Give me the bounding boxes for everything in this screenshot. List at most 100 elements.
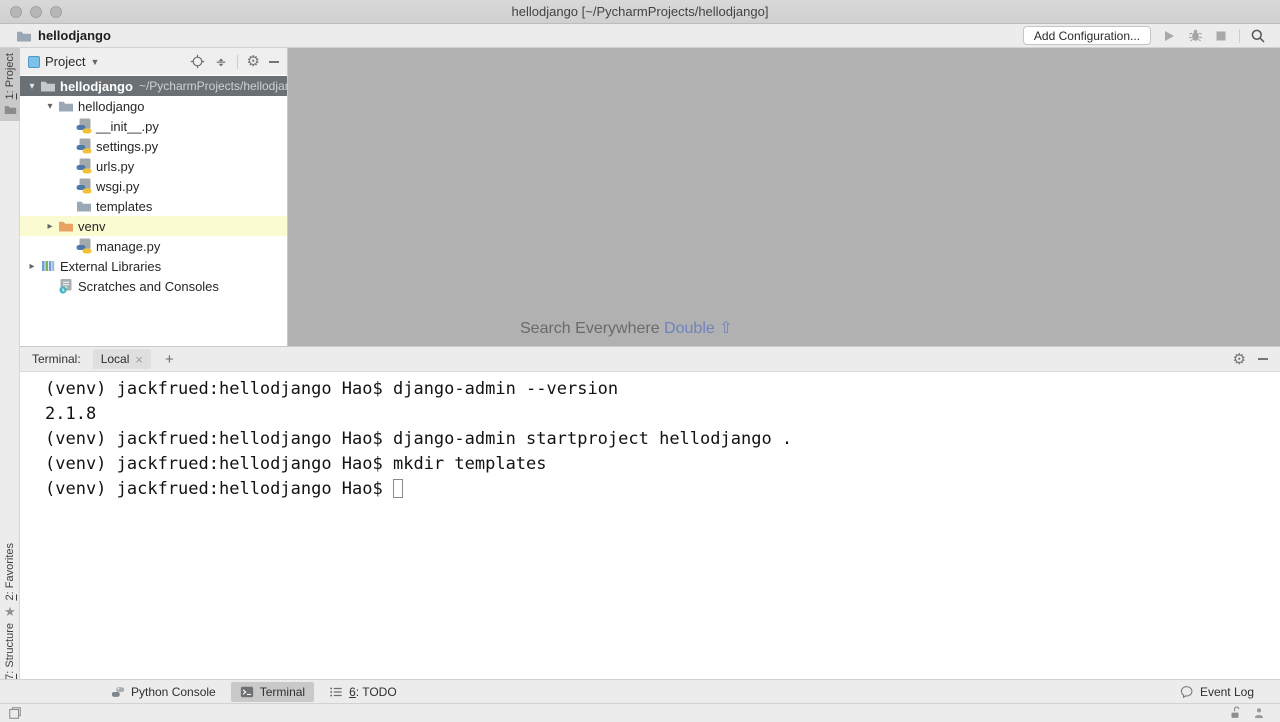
scratches-icon — [58, 278, 74, 294]
tree-item-external-libraries[interactable]: ▸ External Libraries — [20, 256, 287, 276]
tree-item-label: venv — [78, 219, 105, 234]
tree-item-init-py[interactable]: __init__.py — [20, 116, 287, 136]
toolbar-actions: Add Configuration... — [1023, 26, 1280, 45]
event-log-button[interactable]: Event Log — [1200, 685, 1254, 699]
tree-item-manage-py[interactable]: manage.py — [20, 236, 287, 256]
tree-item-wsgi-py[interactable]: wsgi.py — [20, 176, 287, 196]
gear-icon[interactable]: ⚙ — [247, 54, 260, 69]
tree-item-label: urls.py — [96, 159, 134, 174]
tool-window-button-terminal[interactable]: Terminal — [231, 682, 314, 702]
tree-item-label: __init__.py — [96, 119, 159, 134]
collapse-all-icon[interactable] — [214, 55, 228, 69]
chevron-down-icon[interactable]: ▼ — [90, 57, 99, 67]
terminal-label: Terminal: — [32, 352, 81, 366]
search-icon[interactable] — [1250, 28, 1266, 44]
gear-icon[interactable]: ⚙ — [1233, 352, 1246, 367]
shortcut-label: Double ⇧ — [664, 320, 733, 337]
pycharm-window: hellodjango [~/PycharmProjects/hellodjan… — [0, 0, 1280, 722]
python-icon — [76, 158, 92, 174]
tree-item-label: templates — [96, 199, 152, 214]
project-tab-mnemonic: 1 — [4, 93, 16, 99]
tree-item-label: Scratches and Consoles — [78, 279, 219, 294]
todo-list-icon — [329, 685, 343, 699]
tool-window-button-todo[interactable]: 6: TODO — [320, 682, 406, 702]
toolbar-divider — [1239, 29, 1240, 43]
chevron-right-icon[interactable]: ▸ — [42, 221, 58, 232]
chevron-right-icon[interactable]: ▸ — [24, 261, 40, 272]
hector-inspections-icon[interactable] — [1252, 706, 1266, 720]
tree-item-urls-py[interactable]: urls.py — [20, 156, 287, 176]
terminal-line: (venv) jackfrued:hellodjango Hao$ django… — [45, 427, 1280, 452]
python-console-icon — [111, 685, 125, 699]
tree-item-hellodjango-pkg[interactable]: ▾ hellodjango — [20, 96, 287, 116]
run-icon[interactable] — [1161, 28, 1177, 44]
tree-item-label: settings.py — [96, 139, 158, 154]
project-tab-label: : Project — [4, 53, 16, 93]
new-session-icon[interactable]: + — [165, 351, 174, 368]
terminal-line: (venv) jackfrued:hellodjango Hao$ mkdir … — [45, 452, 1280, 477]
add-configuration-button[interactable]: Add Configuration... — [1023, 26, 1151, 45]
hide-panel-icon[interactable] — [1258, 358, 1268, 360]
tool-window-tab-project[interactable]: 1: Project — [0, 48, 20, 121]
folder-icon — [76, 198, 92, 214]
tree-item-label: wsgi.py — [96, 179, 139, 194]
tool-window-switcher-icon[interactable] — [8, 706, 22, 720]
terminal-line: (venv) jackfrued:hellodjango Hao$ django… — [45, 377, 1280, 402]
tool-window-tab-favorites[interactable]: 2: Favorites ★ — [0, 538, 20, 625]
project-tool-window: Project ▼ ⚙ ▾hellodjango~/PycharmProject… — [20, 48, 288, 346]
terminal-output[interactable]: (venv) jackfrued:hellodjango Hao$ django… — [20, 372, 1280, 502]
python-icon — [76, 118, 92, 134]
hide-panel-icon[interactable] — [269, 61, 279, 63]
status-bar — [0, 703, 1280, 722]
todo-mnemonic: 6 — [349, 685, 356, 699]
tool-window-button-python-console[interactable]: Python Console — [102, 682, 225, 702]
titlebar: hellodjango [~/PycharmProjects/hellodjan… — [0, 0, 1280, 24]
tree-item-hellodjango-root[interactable]: ▾ hellodjango ~/PycharmProjects/hellodjang… — [20, 76, 287, 96]
python-icon — [76, 138, 92, 154]
terminal-line: 2.1.8 — [45, 402, 1280, 427]
terminal-tool-window: Terminal: Local × + ⚙ (venv) jackfrued:h… — [20, 346, 1280, 679]
tree-item-path: ~/PycharmProjects/hellodjango — [139, 79, 288, 93]
tree-item-scratches-and-consoles[interactable]: Scratches and Consoles — [20, 276, 287, 296]
main-toolbar: hellodjango Add Configuration... — [0, 24, 1280, 48]
project-view-icon — [28, 56, 40, 68]
panel-divider — [237, 55, 238, 69]
favorites-tab-label: : Favorites — [4, 543, 16, 594]
project-panel-header: Project ▼ ⚙ — [20, 48, 287, 75]
close-icon[interactable]: × — [135, 353, 143, 366]
folder-root-icon — [40, 78, 56, 94]
terminal-tab-label: Local — [101, 352, 130, 366]
todo-label: : TODO — [356, 685, 397, 699]
project-tree: ▾hellodjango~/PycharmProjects/hellodjang… — [20, 75, 287, 296]
tree-item-label: hellodjango — [60, 79, 133, 94]
project-tool-window-icon — [4, 103, 17, 116]
folder-icon — [58, 98, 74, 114]
stop-icon[interactable] — [1213, 28, 1229, 44]
favorites-tab-mnemonic: 2 — [4, 594, 16, 600]
terminal-tab-local[interactable]: Local × — [93, 349, 151, 369]
left-tool-window-stripe: 1: Project 2: Favorites ★ 7: Structure — [0, 48, 20, 703]
chevron-down-icon[interactable]: ▾ — [24, 81, 40, 92]
editor-area: Search Everywhere Double ⇧ Go to File ⇧⌘… — [288, 48, 1280, 346]
project-view-selector[interactable]: Project — [45, 54, 85, 69]
locate-file-icon[interactable] — [190, 54, 205, 69]
folder-excluded-icon — [58, 218, 74, 234]
tree-item-label: External Libraries — [60, 259, 161, 274]
terminal-header: Terminal: Local × + ⚙ — [20, 346, 1280, 372]
hint-search-everywhere: Search Everywhere Double ⇧ — [520, 318, 733, 338]
breadcrumb[interactable]: hellodjango — [16, 28, 111, 44]
tree-item-settings-py[interactable]: settings.py — [20, 136, 287, 156]
event-log-balloon-icon — [1180, 685, 1194, 699]
tree-item-templates[interactable]: templates — [20, 196, 287, 216]
window-title: hellodjango [~/PycharmProjects/hellodjan… — [0, 4, 1280, 19]
libraries-icon — [40, 258, 56, 274]
tree-item-label: manage.py — [96, 239, 160, 254]
breadcrumb-label: hellodjango — [38, 28, 111, 43]
tree-item-label: hellodjango — [78, 99, 145, 114]
tree-item-venv[interactable]: ▸ venv — [20, 216, 287, 236]
chevron-down-icon[interactable]: ▾ — [42, 101, 58, 112]
terminal-cursor[interactable] — [393, 479, 403, 498]
python-icon — [76, 178, 92, 194]
debug-icon[interactable] — [1187, 28, 1203, 44]
unlock-icon[interactable] — [1228, 706, 1242, 720]
